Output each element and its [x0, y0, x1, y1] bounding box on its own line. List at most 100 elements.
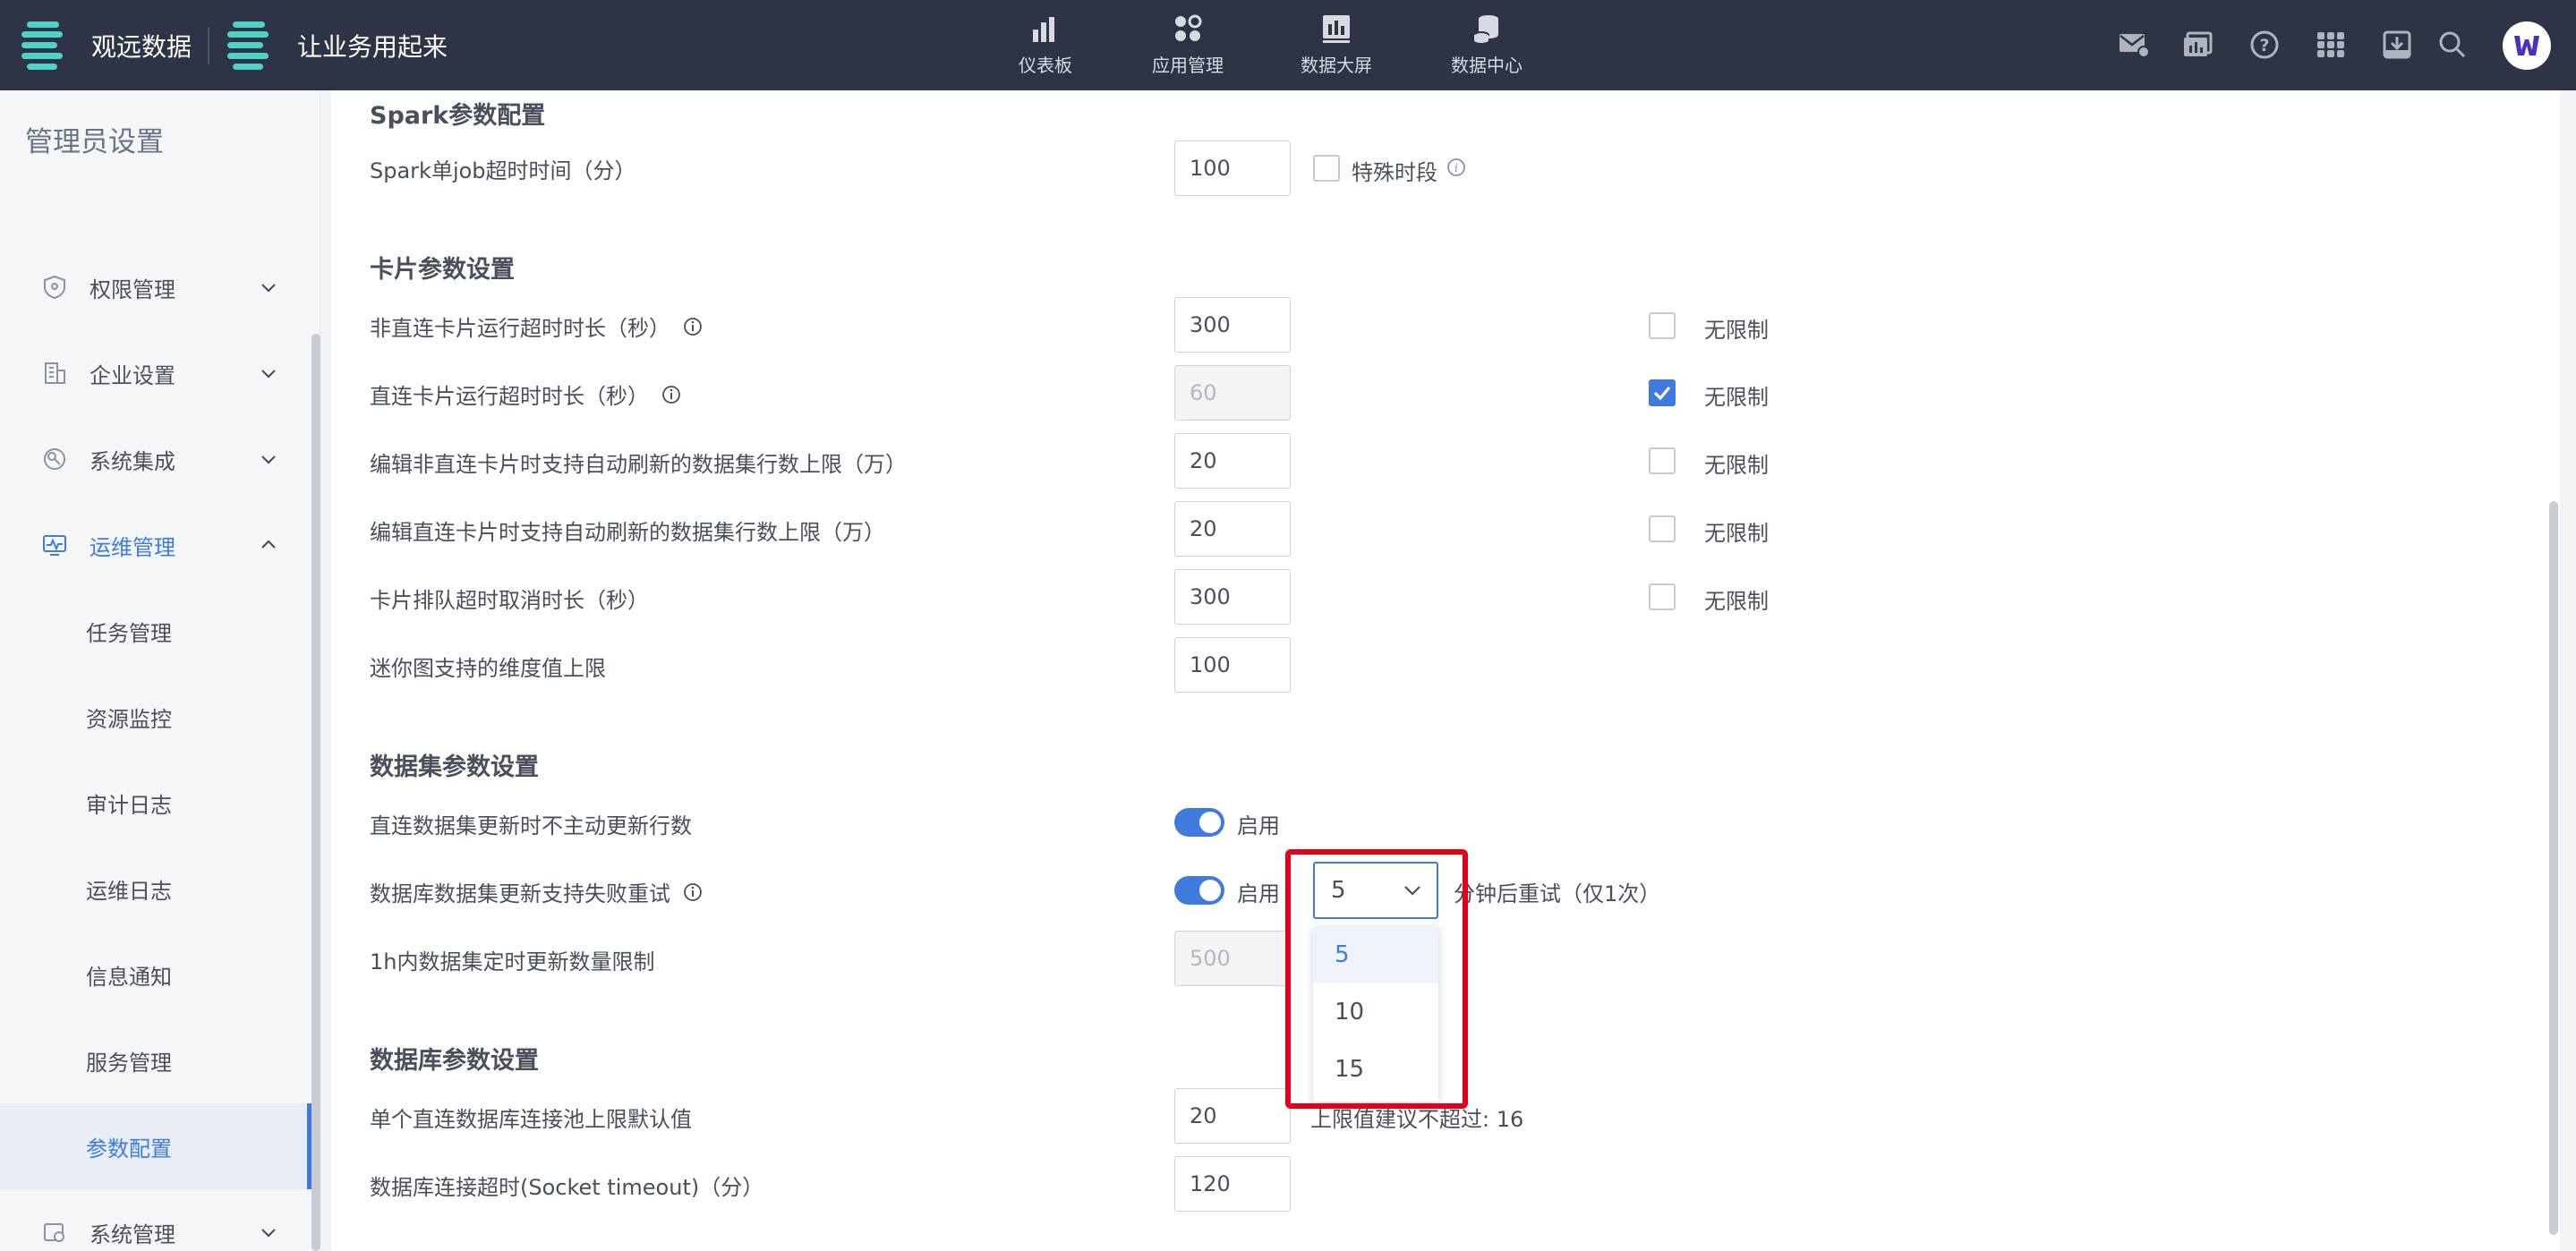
database-row-label: 单个直连数据库连接池上限默认值	[370, 1107, 692, 1132]
nav-dashboard[interactable]: 仪表板	[1010, 0, 1081, 90]
grid-icon[interactable]	[2313, 27, 2349, 63]
sidebar-item-label: 系统集成	[90, 448, 175, 474]
sidebar-subitem-label: 参数配置	[86, 1136, 172, 1162]
socket-timeout-input[interactable]: 120	[1174, 1156, 1291, 1212]
retry-on-failure-toggle[interactable]	[1174, 876, 1224, 905]
card-row-label-text: 非直连卡片运行超时时长（秒）	[370, 316, 670, 341]
sidebar-subitem-label: 资源监控	[86, 706, 172, 732]
sidebar-subitem-notify[interactable]: 信息通知	[0, 932, 311, 1017]
unlimited-checkbox[interactable]	[1649, 447, 1676, 474]
section-title-dataset: 数据集参数设置	[370, 753, 539, 781]
sidebar-subitem-task[interactable]: 任务管理	[0, 588, 311, 674]
report-icon[interactable]	[2180, 27, 2216, 63]
card-row-label: 非直连卡片运行超时时长（秒）	[370, 311, 703, 342]
dataset-row-label: 数据库数据集更新支持失败重试	[370, 876, 703, 907]
main-panel: Spark参数配置 Spark单job超时时间（分） 100 特殊时段 i 卡片…	[331, 90, 2560, 1251]
hourly-update-limit-input[interactable]: 500	[1174, 931, 1291, 986]
sidebar-subitem-service[interactable]: 服务管理	[0, 1017, 311, 1103]
avatar[interactable]	[2503, 21, 2551, 70]
sidebar-subitem-opslog[interactable]: 运维日志	[0, 846, 311, 932]
sidebar-item-enterprise[interactable]: 企业设置	[0, 330, 311, 416]
brand-home[interactable]: 观远数据	[21, 0, 192, 90]
sidebar-subitem-label: 任务管理	[86, 620, 172, 646]
chevron-down-icon	[261, 1229, 276, 1238]
unlimited-checkbox[interactable]	[1649, 515, 1676, 542]
card-row-label: 卡片排队超时取消时长（秒）	[370, 588, 649, 613]
nondirect-refresh-limit-input[interactable]: 20	[1174, 433, 1291, 489]
card-row-label: 直连卡片运行超时时长（秒）	[370, 379, 681, 410]
brand-slogan[interactable]: 让业务用起来	[227, 0, 448, 90]
direct-card-timeout-input[interactable]: 60	[1174, 365, 1291, 421]
unlimited-label: 无限制	[1704, 318, 1769, 343]
card-row-label: 迷你图支持的维度值上限	[370, 656, 606, 681]
unlimited-label: 无限制	[1704, 521, 1769, 546]
divider	[208, 27, 209, 64]
retry-suffix: 分钟后重试（仅1次）	[1454, 881, 1661, 906]
sidebar-subitem-params[interactable]: 参数配置	[0, 1103, 311, 1189]
logo-icon	[21, 21, 66, 70]
sidebar-title: 管理员设置	[25, 126, 164, 158]
sparkline-limit-input[interactable]: 100	[1174, 637, 1291, 693]
nav-apps[interactable]: 应用管理	[1147, 0, 1228, 90]
sidebar-subitem-audit[interactable]: 审计日志	[0, 760, 311, 846]
chevron-up-icon	[261, 540, 276, 549]
unlimited-checkbox[interactable]	[1649, 312, 1676, 339]
card-row-label: 编辑非直连卡片时支持自动刷新的数据集行数上限（万）	[370, 452, 907, 477]
toggle-label: 启用	[1237, 881, 1280, 906]
no-auto-rowcount-toggle[interactable]	[1174, 808, 1224, 837]
dataset-row-label-text: 数据库数据集更新支持失败重试	[370, 881, 670, 906]
nav-bigscreen[interactable]: 数据大屏	[1296, 0, 1377, 90]
queue-timeout-input[interactable]: 300	[1174, 569, 1291, 625]
system-icon	[44, 1223, 64, 1242]
apps-icon	[1175, 14, 1202, 41]
toggle-label: 启用	[1237, 813, 1280, 838]
direct-refresh-limit-input[interactable]: 20	[1174, 501, 1291, 557]
brand-name: 观远数据	[91, 31, 192, 62]
chevron-down-icon	[261, 370, 276, 379]
info-icon[interactable]	[683, 317, 703, 336]
info-icon[interactable]: i	[1446, 157, 1466, 177]
check-icon	[1653, 386, 1671, 401]
building-icon	[45, 362, 65, 384]
pool-limit-input[interactable]: 20	[1174, 1088, 1291, 1144]
section-title-database: 数据库参数设置	[370, 1047, 539, 1075]
svg-text:?: ?	[2259, 36, 2269, 55]
search-icon[interactable]	[2435, 27, 2470, 63]
sidebar-subitem-label: 服务管理	[86, 1050, 172, 1076]
download-icon[interactable]	[2379, 27, 2415, 63]
dataset-row-label: 直连数据集更新时不主动更新行数	[370, 813, 692, 838]
sidebar-item-ops[interactable]: 运维管理	[0, 502, 311, 588]
top-bar: 观远数据 让业务用起来 仪表板 应用管理 数据大屏 数据中心 ?	[0, 0, 2576, 90]
integration-icon	[44, 448, 65, 470]
unlimited-label: 无限制	[1704, 385, 1769, 410]
bar-chart-icon	[1033, 17, 1054, 42]
main-scrollbar[interactable]	[2549, 501, 2558, 1235]
brand-slogan-text: 让业务用起来	[297, 31, 448, 62]
info-icon[interactable]	[683, 882, 703, 902]
mail-icon[interactable]	[2116, 27, 2152, 63]
card-row-label: 编辑直连卡片时支持自动刷新的数据集行数上限（万）	[370, 520, 885, 545]
avatar-logo-icon	[2514, 36, 2539, 55]
help-icon[interactable]: ?	[2247, 27, 2282, 63]
sidebar-item-permission[interactable]: 权限管理	[0, 244, 311, 330]
nav-datacenter[interactable]: 数据中心	[1446, 0, 1527, 90]
sidebar-item-label: 权限管理	[90, 277, 175, 302]
special-period-checkbox[interactable]	[1313, 155, 1340, 182]
unlimited-label: 无限制	[1704, 589, 1769, 614]
card-row-label-text: 直连卡片运行超时时长（秒）	[370, 384, 649, 409]
sidebar-item-label: 系统管理	[90, 1221, 175, 1247]
unlimited-checkbox[interactable]	[1649, 583, 1676, 610]
nav-bigscreen-label: 数据大屏	[1301, 55, 1372, 76]
sidebar-item-label: 运维管理	[90, 534, 175, 560]
nav-datacenter-label: 数据中心	[1451, 55, 1523, 76]
section-title-spark: Spark参数配置	[370, 102, 546, 130]
unlimited-label: 无限制	[1704, 453, 1769, 478]
info-icon[interactable]	[661, 385, 681, 404]
card-timeout-input[interactable]: 300	[1174, 297, 1291, 353]
sidebar-item-system[interactable]: 系统管理	[0, 1189, 311, 1251]
sidebar-scrollbar[interactable]	[311, 334, 320, 1251]
unlimited-checkbox-checked[interactable]	[1649, 379, 1676, 406]
sidebar-item-integration[interactable]: 系统集成	[0, 416, 311, 502]
sidebar-subitem-resource[interactable]: 资源监控	[0, 674, 311, 760]
spark-job-timeout-input[interactable]: 100	[1174, 140, 1291, 196]
